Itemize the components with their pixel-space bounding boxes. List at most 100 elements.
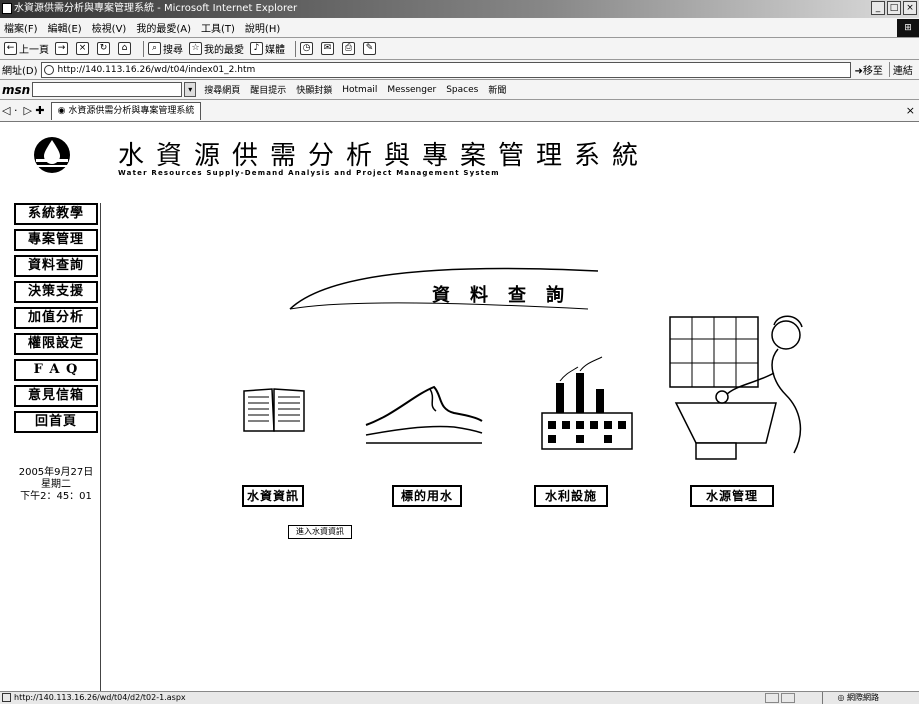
status-cell xyxy=(781,693,795,703)
tab-back-icon[interactable]: ◁ · xyxy=(2,104,17,117)
menu-edit[interactable]: 編輯(E) xyxy=(48,20,82,35)
address-label: 網址(D) xyxy=(2,66,38,77)
sidebar-item-tutorial[interactable]: 系統教學 xyxy=(14,203,98,225)
book-icon xyxy=(243,388,305,432)
sidebar-item-project-management[interactable]: 專案管理 xyxy=(14,229,98,251)
home-icon: ⌂ xyxy=(118,42,131,55)
menu-bar: 檔案(F) 編輯(E) 檢視(V) 我的最愛(A) 工具(T) 說明(H) ⊞ xyxy=(0,18,919,38)
forward-button[interactable]: → xyxy=(55,42,70,55)
mail-button[interactable]: ✉ xyxy=(321,42,336,55)
maximize-button[interactable]: □ xyxy=(887,1,901,15)
msn-news[interactable]: 新聞 xyxy=(488,83,506,96)
history-button[interactable]: ◷ xyxy=(300,42,315,55)
msn-highlight[interactable]: 醒目提示 xyxy=(250,83,286,96)
msn-search-input[interactable] xyxy=(32,82,183,97)
close-button[interactable]: × xyxy=(903,1,917,15)
clock-time: 下午2：45：01 xyxy=(20,491,92,502)
edit-icon: ✎ xyxy=(363,42,376,55)
chevron-down-icon[interactable]: ▾ xyxy=(184,82,197,97)
toolbar-divider xyxy=(295,40,296,57)
page-content: 水資源供需分析與專案管理系統 Water Resources Supply-De… xyxy=(0,123,919,691)
favorites-button[interactable]: ☆ 我的最愛 xyxy=(189,41,244,56)
tab-forward-icon[interactable]: ▷ ✚ xyxy=(23,104,44,117)
star-icon: ☆ xyxy=(189,42,202,55)
sidebar-item-home[interactable]: 回首頁 xyxy=(14,411,98,433)
sidebar-item-data-query[interactable]: 資料查詢 xyxy=(14,255,98,277)
toolbar-divider xyxy=(143,40,144,57)
status-url: http://140.113.16.26/wd/t04/d2/t02-1.asp… xyxy=(14,693,186,702)
tabs-bar: ◁ · ▷ ✚ ◉ 水資源供需分析與專案管理系統 × xyxy=(0,100,919,122)
page-status-icon xyxy=(2,693,11,702)
print-button[interactable]: ⎙ xyxy=(342,42,357,55)
ie-icon xyxy=(2,3,12,14)
forward-arrow-icon: → xyxy=(55,42,68,55)
sidebar-item-faq[interactable]: F A Q xyxy=(14,359,98,381)
history-icon: ◷ xyxy=(300,42,313,55)
refresh-icon: ↻ xyxy=(97,42,110,55)
refresh-button[interactable]: ↻ xyxy=(97,42,112,55)
window-title: 水資源供需分析與專案管理系統 - Microsoft Internet Expl… xyxy=(14,3,298,14)
security-zone: ◎ 網際網路 xyxy=(822,692,879,704)
menu-tools[interactable]: 工具(T) xyxy=(201,20,235,35)
address-input[interactable]: http://140.113.16.26/wd/t04/index01_2.ht… xyxy=(40,61,851,78)
minimize-button[interactable]: _ xyxy=(871,1,885,15)
go-button[interactable]: ➜移至 xyxy=(855,62,883,77)
main-content: 資料查詢 水資資訊 標的用水 水利設施 水源管理 進入水資資訊 xyxy=(102,203,919,691)
stop-icon: × xyxy=(76,42,89,55)
toolbar: ← 上一頁 → × ↻ ⌂ ⌕ 搜尋 ☆ 我的最愛 ♪ 媒體 ◷ ✉ ⎙ ✎ xyxy=(0,38,919,60)
search-icon: ⌕ xyxy=(148,42,161,55)
edit-button[interactable]: ✎ xyxy=(363,42,378,55)
status-bar: http://140.113.16.26/wd/t04/d2/t02-1.asp… xyxy=(0,691,919,704)
sidebar-item-value-analysis[interactable]: 加值分析 xyxy=(14,307,98,329)
msn-toolbar: msn ▾ 搜尋網頁 醒目提示 快顯封鎖 Hotmail Messenger S… xyxy=(0,80,919,100)
clock-weekday: 星期二 xyxy=(41,479,71,490)
status-cell xyxy=(765,693,779,703)
search-button[interactable]: ⌕ 搜尋 xyxy=(148,41,183,56)
sidebar-item-decision-support[interactable]: 決策支援 xyxy=(14,281,98,303)
washing-person-icon xyxy=(669,315,803,460)
links-button[interactable]: 連結 xyxy=(888,62,913,77)
msn-spaces[interactable]: Spaces xyxy=(446,85,478,95)
msn-messenger[interactable]: Messenger xyxy=(387,85,436,95)
menu-file[interactable]: 檔案(F) xyxy=(4,20,38,35)
address-bar: 網址(D) http://140.113.16.26/wd/t04/index0… xyxy=(0,60,919,80)
enter-water-info-link[interactable]: 進入水資資訊 xyxy=(288,525,352,539)
category-target-water-button[interactable]: 標的用水 xyxy=(392,485,462,507)
site-header: 水資源供需分析與專案管理系統 Water Resources Supply-De… xyxy=(0,123,919,201)
category-water-info-button[interactable]: 水資資訊 xyxy=(242,485,304,507)
clock-date: 2005年9月27日 xyxy=(18,467,94,478)
sidebar-item-feedback[interactable]: 意見信箱 xyxy=(14,385,98,407)
msn-popup-blocker[interactable]: 快顯封鎖 xyxy=(296,83,332,96)
menu-favorites[interactable]: 我的最愛(A) xyxy=(136,20,191,35)
print-icon: ⎙ xyxy=(342,42,355,55)
water-drop-logo-icon xyxy=(34,137,70,173)
home-button[interactable]: ⌂ xyxy=(118,42,133,55)
sidebar-nav: 系統教學 專案管理 資料查詢 決策支援 加值分析 權限設定 F A Q 意見信箱… xyxy=(14,203,101,691)
menu-help[interactable]: 說明(H) xyxy=(245,20,280,35)
stop-button[interactable]: × xyxy=(76,42,91,55)
category-facilities-button[interactable]: 水利設施 xyxy=(534,485,608,507)
media-icon: ♪ xyxy=(250,42,263,55)
back-button[interactable]: ← 上一頁 xyxy=(4,41,49,56)
window-title-bar: 水資源供需分析與專案管理系統 - Microsoft Internet Expl… xyxy=(0,0,919,18)
section-title: 資料查詢 xyxy=(432,285,584,306)
msn-logo[interactable]: msn xyxy=(2,83,30,97)
page-icon xyxy=(43,64,54,75)
msn-search-web[interactable]: 搜尋網頁 xyxy=(204,83,240,96)
category-water-source-button[interactable]: 水源管理 xyxy=(690,485,774,507)
factory-icon xyxy=(541,356,633,450)
wave-icon xyxy=(365,385,483,444)
menu-view[interactable]: 檢視(V) xyxy=(92,20,127,35)
site-subtitle: Water Resources Supply-Demand Analysis a… xyxy=(118,169,500,177)
address-url: http://140.113.16.26/wd/t04/index01_2.ht… xyxy=(57,64,256,75)
clock-display: 2005年9月27日 星期二 下午2：45：01 xyxy=(14,467,98,503)
tab-current[interactable]: ◉ 水資源供需分析與專案管理系統 xyxy=(50,101,202,120)
windows-logo-icon: ⊞ xyxy=(897,19,919,37)
site-title: 水資源供需分析與專案管理系統 xyxy=(118,141,651,171)
msn-hotmail[interactable]: Hotmail xyxy=(342,85,377,95)
media-button[interactable]: ♪ 媒體 xyxy=(250,41,285,56)
tab-close-icon[interactable]: × xyxy=(906,104,915,117)
mail-icon: ✉ xyxy=(321,42,334,55)
sidebar-item-permissions[interactable]: 權限設定 xyxy=(14,333,98,355)
back-arrow-icon: ← xyxy=(4,42,17,55)
